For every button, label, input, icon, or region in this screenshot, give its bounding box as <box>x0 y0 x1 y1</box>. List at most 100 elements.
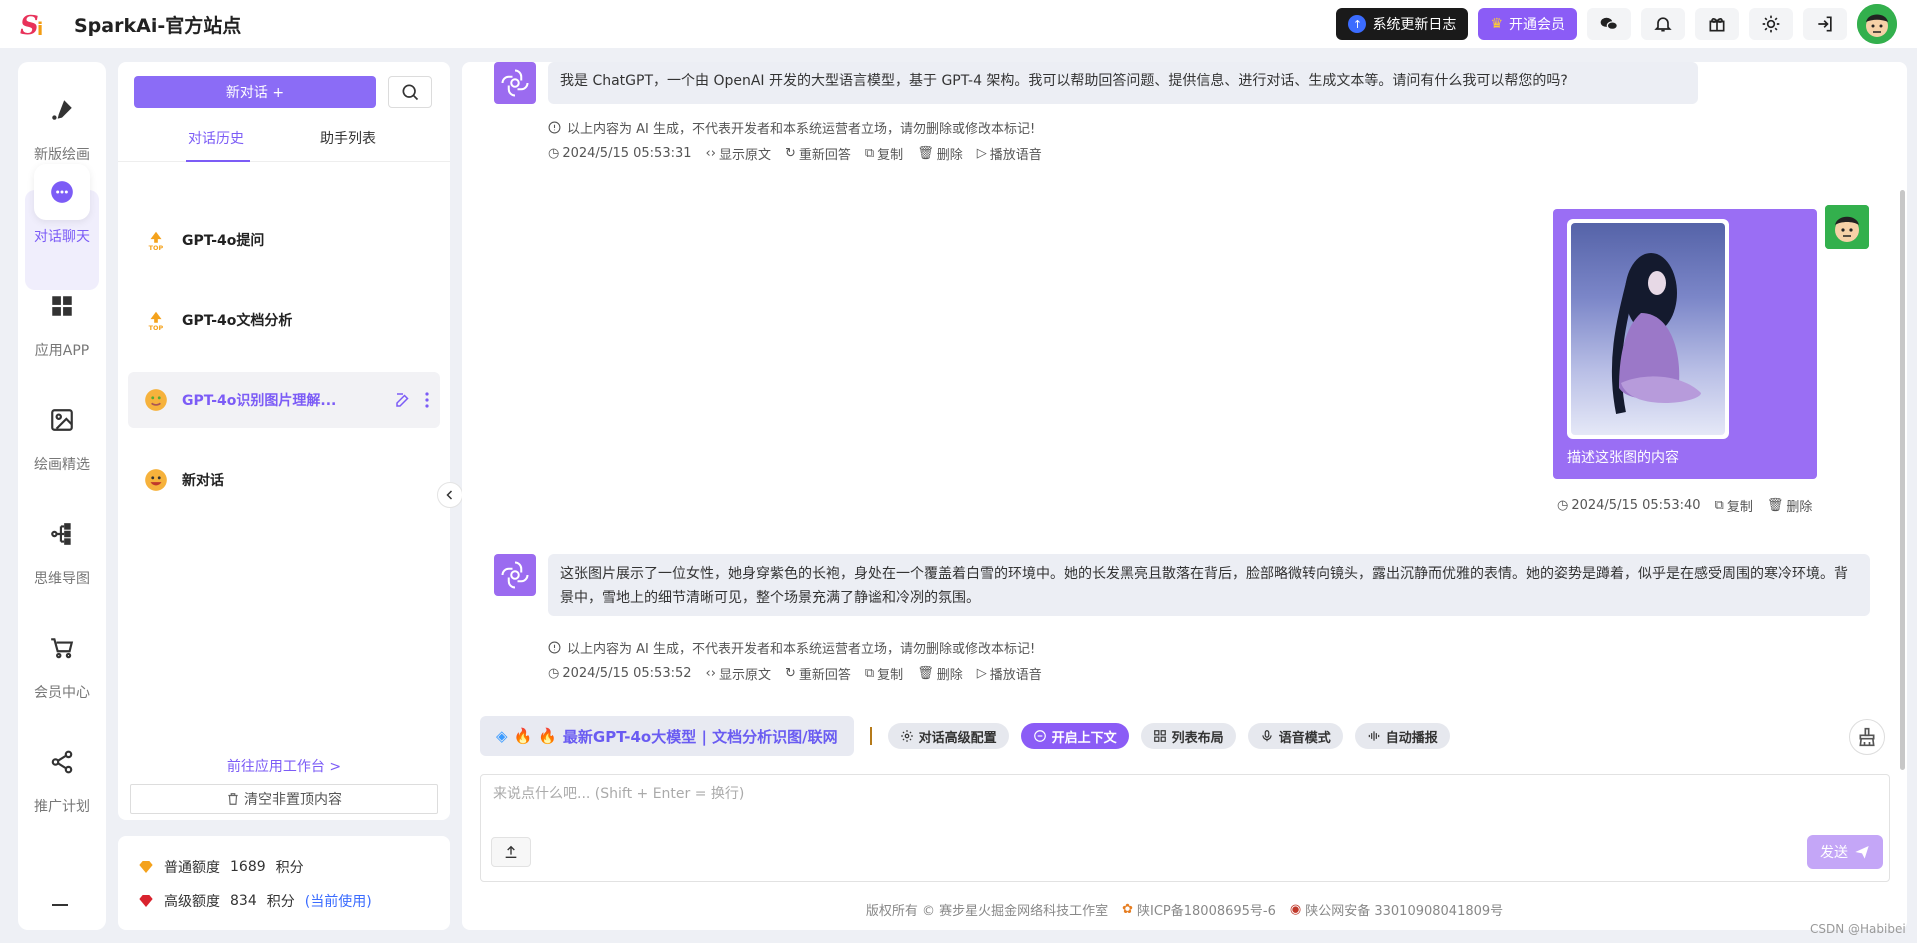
credit-normal-value: 1689 <box>230 859 266 875</box>
timestamp-text: 2024/5/15 05:53:31 <box>562 146 692 161</box>
logout-icon <box>1818 16 1832 32</box>
notification-button[interactable] <box>1641 8 1685 40</box>
context-toggle-chip[interactable]: 开启上下文 <box>1020 723 1129 749</box>
openai-icon <box>501 69 529 97</box>
theme-toggle-button[interactable] <box>1749 8 1793 40</box>
conversation-item[interactable]: TOP GPT-4o文档分析 <box>128 292 440 348</box>
search-button[interactable] <box>388 76 432 108</box>
layout-chip[interactable]: 列表布局 <box>1140 723 1236 749</box>
context-toggle-label: 开启上下文 <box>1051 730 1117 746</box>
arrow-up-icon: ↑ <box>1348 15 1367 33</box>
conversation-title: 新对话 <box>182 473 224 489</box>
delete-button[interactable]: 🗑 删除 <box>1767 496 1813 515</box>
collapse-sidebar-button[interactable] <box>437 482 463 508</box>
delete-button[interactable]: 🗑 删除 <box>917 144 963 163</box>
uploaded-image[interactable] <box>1567 219 1729 439</box>
ai-disclaimer: 以上内容为 AI 生成，不代表开发者和本系统运营者立场，请勿删除或修改本标记! <box>548 118 1035 137</box>
message-meta: ◷ 2024/5/15 05:53:31 ‹› 显示原文 ↻ 重新回答 ⧉ 复制 🗑 删除… <box>548 144 1042 163</box>
copy-icon: ⧉ <box>864 666 875 681</box>
uploaded-photo <box>1571 223 1725 435</box>
send-button[interactable]: 发送 <box>1807 835 1883 869</box>
pin-top-icon: TOP <box>142 306 170 334</box>
new-chat-button[interactable]: 新对话 + <box>134 76 376 108</box>
rail-item-referral[interactable]: 推广计划 <box>18 734 106 816</box>
more-vertical-icon[interactable] <box>424 391 430 409</box>
rail-item-apps[interactable]: 应用APP <box>18 278 106 360</box>
edit-icon[interactable] <box>394 391 412 409</box>
rail-item-gallery[interactable]: 绘画精选 <box>18 392 106 474</box>
tab-assistants[interactable]: 助手列表 <box>320 128 376 148</box>
delete-label: 删除 <box>936 668 963 683</box>
play-voice-button[interactable]: ▷ 播放语音 <box>977 144 1042 163</box>
voice-mode-chip[interactable]: 语音模式 <box>1247 723 1343 749</box>
send-label: 发送 <box>1820 845 1848 861</box>
copyright-text: 版权所有 © 赛步星火掘金网络科技工作室 <box>865 904 1109 919</box>
tab-history[interactable]: 对话历史 <box>188 128 244 148</box>
conversation-item[interactable]: TOP GPT-4o提问 <box>128 212 440 268</box>
show-raw-button[interactable]: ‹› 显示原文 <box>706 144 771 163</box>
police-link[interactable]: ◉ 陕公网安备 33010908041809号 <box>1290 900 1503 919</box>
police-badge-icon: ◉ <box>1289 902 1302 917</box>
paper-plane-icon <box>1855 846 1869 859</box>
timestamp: ◷ 2024/5/15 05:53:31 <box>548 146 692 161</box>
copy-button[interactable]: ⧉ 复制 <box>1715 496 1753 515</box>
clear-chat-button[interactable] <box>1849 719 1885 755</box>
toolbar-divider <box>869 727 872 745</box>
user-avatar[interactable] <box>1857 4 1897 44</box>
user-avatar-icon <box>1857 4 1897 44</box>
autoplay-chip[interactable]: 自动播报 <box>1354 723 1450 749</box>
delete-button[interactable]: 🗑 删除 <box>917 664 963 683</box>
copy-button[interactable]: ⧉ 复制 <box>865 664 903 683</box>
gift-button[interactable] <box>1695 8 1739 40</box>
conversation-title: GPT-4o文档分析 <box>182 313 293 329</box>
crown-icon: ♛ <box>1490 16 1503 32</box>
rail-item-member[interactable]: 会员中心 <box>18 620 106 702</box>
play-voice-label: 播放语音 <box>989 668 1042 683</box>
conversation-item-active[interactable]: GPT-4o识别图片理解... <box>128 372 440 428</box>
clear-unpinned-button[interactable]: 清空非置顶内容 <box>130 784 438 814</box>
goto-workspace-link[interactable]: 前往应用工作台 > <box>118 756 450 776</box>
svg-text:TOP: TOP <box>149 324 164 331</box>
rail-item-chat[interactable]: 对话聊天 <box>18 164 106 246</box>
model-selector[interactable]: ◈ 🔥 🔥 最新GPT-4o大模型 | 文档分析识图/联网 <box>480 716 854 756</box>
upload-button[interactable] <box>491 837 531 867</box>
rail-collapse-icon[interactable] <box>52 904 68 906</box>
rail-label: 绘画精选 <box>34 457 90 473</box>
grid-icon <box>52 296 72 316</box>
chat-scrollbar[interactable] <box>1900 190 1905 770</box>
copy-button[interactable]: ⧉ 复制 <box>865 144 903 163</box>
svg-text:i: i <box>37 19 43 40</box>
rail-item-mindmap[interactable]: 思维导图 <box>18 506 106 588</box>
refresh-icon: ↻ <box>784 146 796 161</box>
show-raw-label: 显示原文 <box>718 668 771 683</box>
trash-icon: 🗑 <box>917 146 934 161</box>
regenerate-button[interactable]: ↻ 重新回答 <box>785 144 851 163</box>
play-icon: ▷ <box>976 146 987 161</box>
credit-unit: 积分 <box>275 860 304 876</box>
user-message-text: 描述这张图的内容 <box>1567 450 1679 466</box>
svg-text:TOP: TOP <box>149 244 164 251</box>
vip-button[interactable]: ♛ 开通会员 <box>1478 8 1577 40</box>
show-raw-button[interactable]: ‹› 显示原文 <box>706 664 771 683</box>
trash-icon <box>228 793 238 805</box>
bot-message-bubble: 我是 ChatGPT，一个由 OpenAI 开发的大型语言模型，基于 GPT-4… <box>548 62 1698 104</box>
info-icon <box>548 121 561 134</box>
credit-normal-row: 普通额度 1689 积分 <box>138 854 430 880</box>
message-input[interactable] <box>493 783 1793 823</box>
regenerate-button[interactable]: ↻ 重新回答 <box>785 664 851 683</box>
credit-advanced-value: 834 <box>230 893 257 909</box>
model-label: 最新GPT-4o大模型 | 文档分析识图/联网 <box>562 727 838 746</box>
conversation-item[interactable]: 新对话 <box>128 452 440 508</box>
bot-avatar <box>494 62 536 104</box>
microphone-icon <box>1262 730 1272 742</box>
update-log-button[interactable]: ↑ 系统更新日志 <box>1336 8 1469 40</box>
icp-link[interactable]: ✿ 陕ICP备18008695号-6 <box>1122 900 1276 919</box>
advanced-config-chip[interactable]: 对话高级配置 <box>887 723 1009 749</box>
rail-item-new-drawing[interactable]: 新版绘画 <box>18 82 106 164</box>
wechat-button[interactable] <box>1587 8 1631 40</box>
logout-button[interactable] <box>1803 8 1847 40</box>
play-voice-button[interactable]: ▷ 播放语音 <box>977 664 1042 683</box>
broom-icon <box>1859 727 1875 747</box>
logo[interactable]: Si SparkAi-官方站点 <box>20 8 241 41</box>
user-message-meta: ◷ 2024/5/15 05:53:40 ⧉ 复制 🗑 删除 <box>1557 496 1812 515</box>
